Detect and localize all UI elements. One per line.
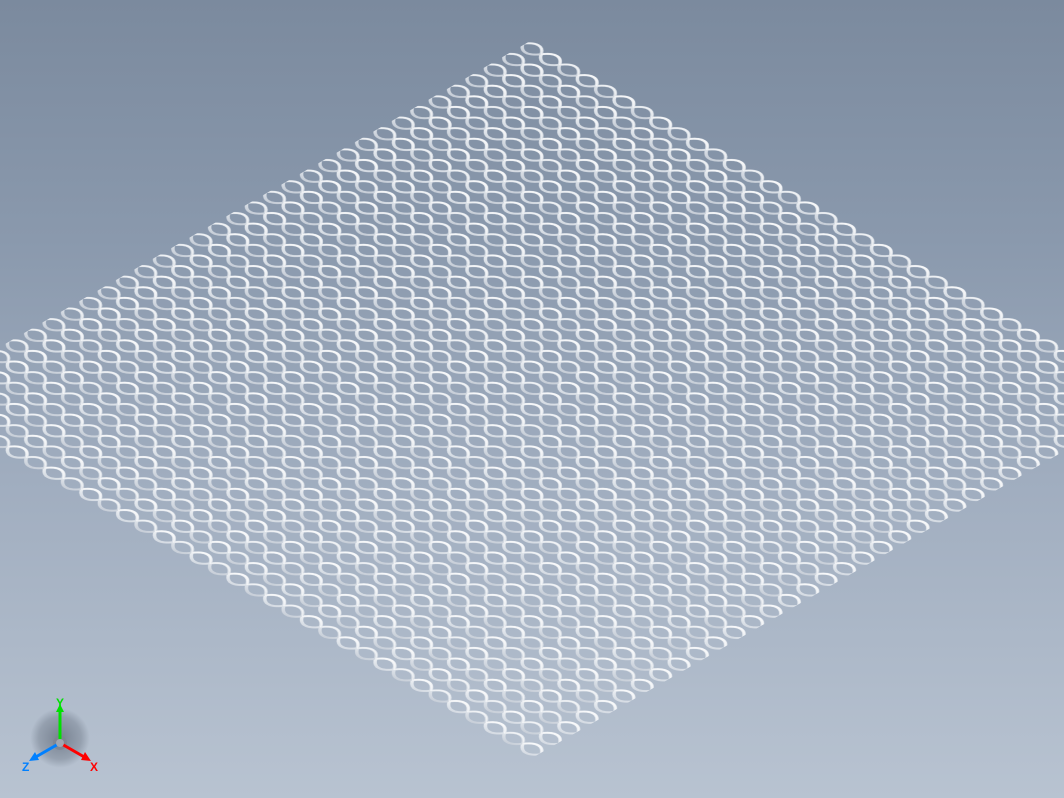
cad-viewport[interactable]: Y X Z [0, 0, 1064, 798]
orientation-triad[interactable]: Y X Z [20, 698, 100, 778]
y-axis-label: Y [56, 696, 64, 710]
z-axis-label: Z [22, 760, 29, 774]
model-display-area[interactable] [0, 0, 1064, 798]
chain-link-mesh-model [0, 0, 1064, 798]
x-axis-label: X [90, 760, 98, 774]
triad-axes [20, 698, 100, 778]
